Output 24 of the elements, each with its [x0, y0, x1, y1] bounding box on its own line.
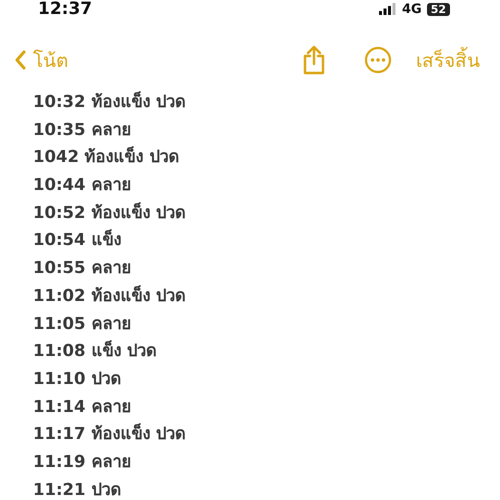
note-line: 10:44 คลาย	[33, 174, 132, 196]
chevron-left-icon	[14, 50, 26, 70]
battery-level: 52	[426, 2, 450, 16]
note-line: 1042 ท้องแข็ง ปวด	[33, 145, 180, 168]
done-button[interactable]: เสร็จสิ้น	[416, 45, 480, 75]
note-line: 10:52 ท้องแข็ง ปวด	[33, 201, 188, 224]
note-line: 10:32 ท้องแข็ง ปวด	[33, 90, 188, 113]
note-line: 11:17 ท้องแข็ง ปวด	[33, 422, 188, 446]
note-line: 11:05 คลาย	[33, 312, 132, 334]
network-label: 4G	[402, 2, 422, 16]
back-button[interactable]: โน้ต	[14, 45, 68, 75]
note-line: 11:08 แข็ง ปวด	[33, 339, 158, 362]
note-line: 11:14 คลาย	[33, 396, 132, 418]
more-icon[interactable]	[364, 46, 392, 74]
note-line: 11:19 คลาย	[33, 450, 132, 473]
status-time: 12:37	[38, 0, 92, 18]
share-icon[interactable]	[302, 45, 326, 75]
note-line: 10:35 คลาย	[33, 118, 132, 141]
note-line: 11:02 ท้องแข็ง ปวด	[33, 284, 188, 307]
note-line: 11:10 ปวด	[33, 368, 122, 390]
note-line: 10:54 แข็ง	[33, 228, 122, 252]
note-line: 11:21 ปวด	[33, 478, 122, 500]
note-line: 10:55 คลาย	[33, 257, 132, 280]
signal-icon	[378, 3, 397, 15]
